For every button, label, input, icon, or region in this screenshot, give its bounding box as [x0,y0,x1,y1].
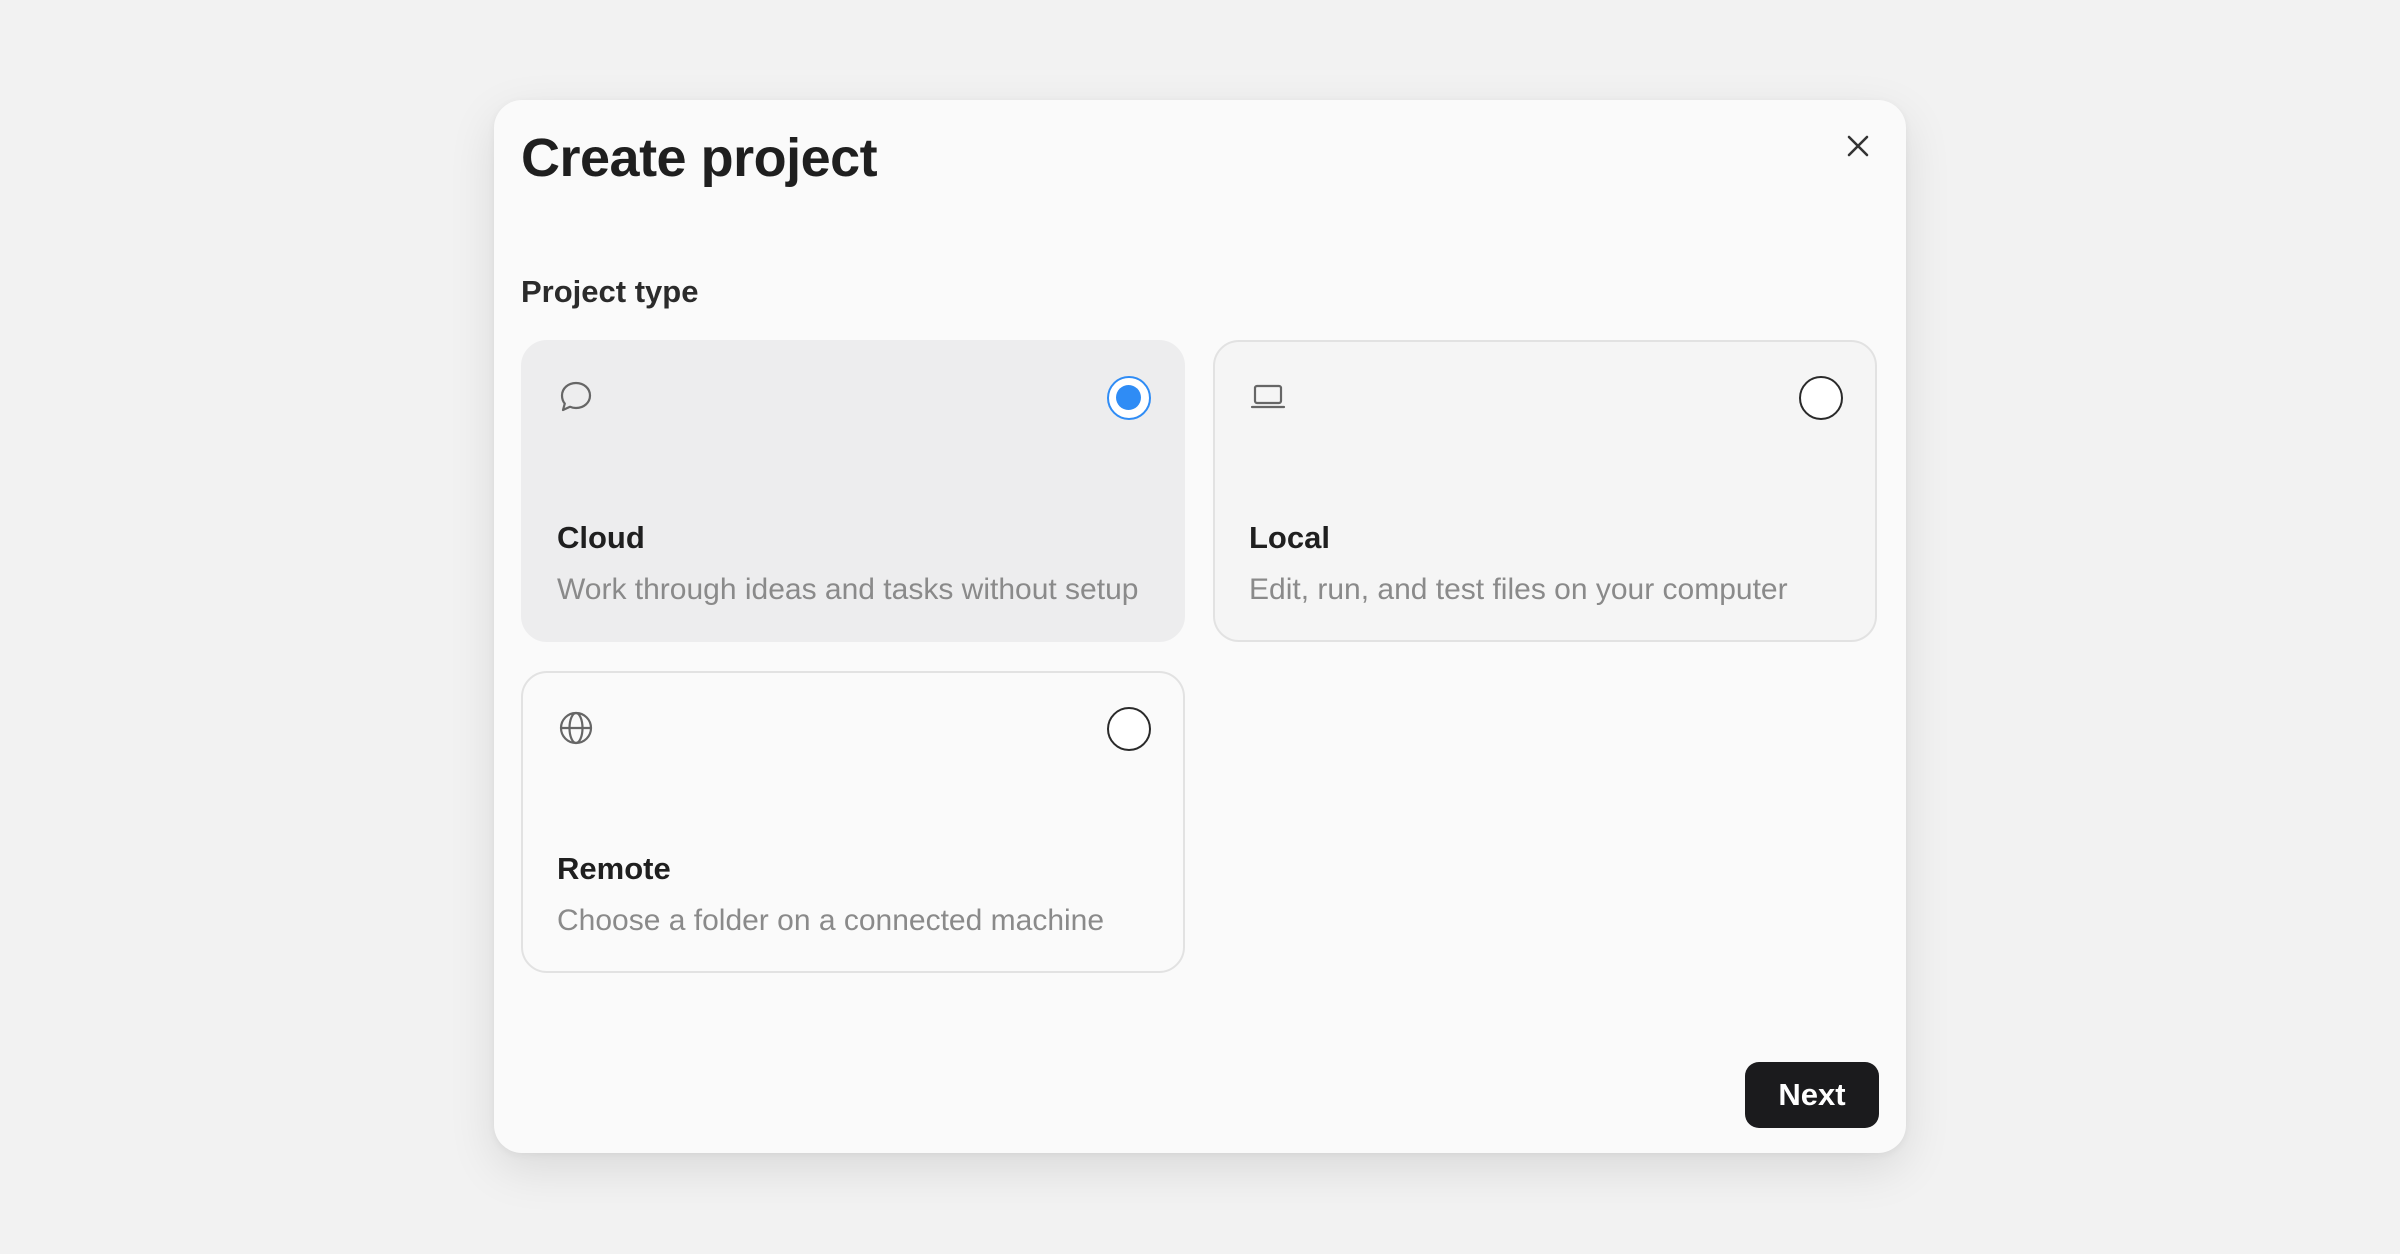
next-button[interactable]: Next [1745,1062,1879,1128]
globe-icon [559,711,593,745]
chat-bubble-icon [560,381,592,412]
local-radio[interactable] [1799,376,1843,420]
option-title: Remote [557,851,671,886]
remote-radio[interactable] [1107,707,1151,751]
option-title: Cloud [557,520,645,555]
create-project-dialog: Create project Project type Cloud Work t… [494,100,1906,1153]
option-description: Choose a folder on a connected machine [557,904,1105,937]
close-icon [1847,135,1869,157]
option-description: Work through ideas and tasks without set… [557,573,1139,606]
option-local[interactable]: Local Edit, run, and test files on your … [1213,340,1877,642]
laptop-icon [1250,384,1286,409]
option-title: Local [1249,520,1330,555]
option-cloud[interactable]: Cloud Work through ideas and tasks witho… [521,340,1185,642]
dialog-title: Create project [521,128,878,188]
project-type-label: Project type [521,274,699,309]
close-button[interactable] [1836,124,1880,168]
cloud-radio[interactable] [1107,376,1151,420]
option-remote[interactable]: Remote Choose a folder on a connected ma… [521,671,1185,973]
option-description: Edit, run, and test files on your comput… [1249,573,1788,606]
